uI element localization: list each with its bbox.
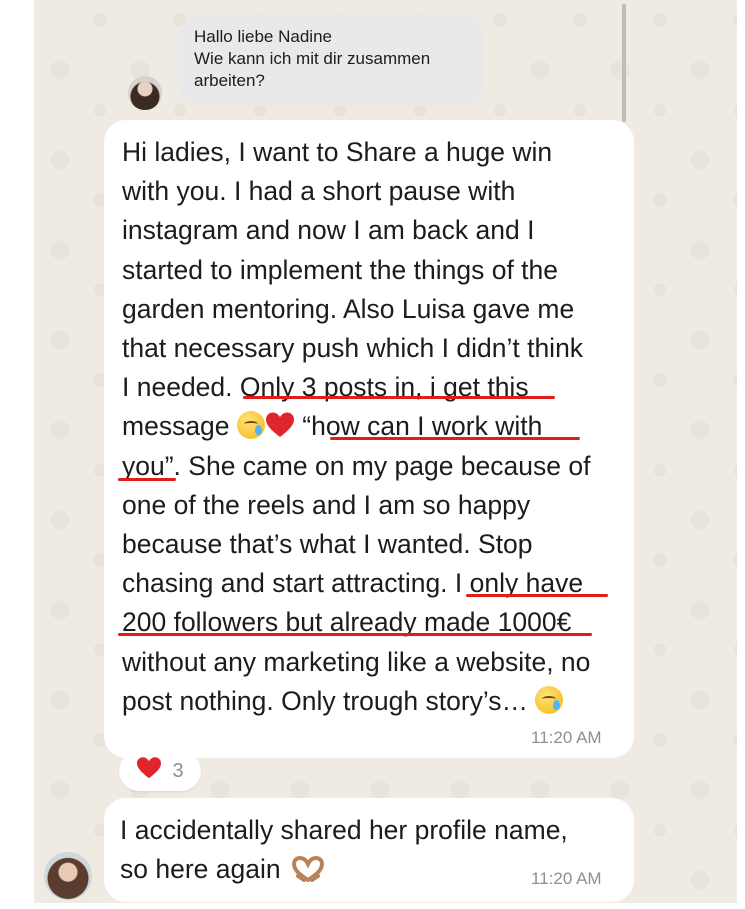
- red-heart-icon: [265, 411, 295, 439]
- message-line: instagram and now I am back and I: [122, 215, 535, 246]
- message-line: that necessary push which I didn’t think: [122, 333, 584, 364]
- message-line: message: [122, 411, 230, 442]
- highlight-underline: [118, 633, 592, 636]
- sender-avatar[interactable]: [44, 852, 92, 900]
- message-line: I accidentally shared her profile name,: [120, 815, 568, 845]
- message-timestamp: 11:20 AM: [531, 728, 602, 747]
- message-line: 200 followers but already made 1000€: [122, 607, 572, 638]
- quoted-message-line: Wie kann ich mit dir zusammen: [194, 49, 431, 68]
- message-line: I needed. Only 3 posts in, i get this: [122, 372, 529, 403]
- message-line: started to implement the things of the: [122, 254, 559, 285]
- scrollbar[interactable]: [622, 4, 626, 122]
- quoted-message-line: Hallo liebe Nadine: [194, 27, 332, 46]
- message-line: one of the reels and I am so happy: [122, 489, 531, 520]
- quoted-message-line: arbeiten?: [194, 71, 265, 90]
- highlight-underline: [466, 594, 608, 597]
- highlight-underline: [243, 396, 555, 399]
- sender-avatar[interactable]: [128, 76, 162, 110]
- quoted-message-bubble[interactable]: Hallo liebe Nadine Wie kann ich mit dir …: [178, 14, 484, 106]
- message-line-with-emoji: post nothing. Only trough story’s…: [122, 682, 627, 721]
- message-line: garden mentoring. Also Luisa gave me: [122, 293, 575, 324]
- message-line: chasing and start attracting. I only hav…: [122, 568, 584, 599]
- reaction-count: 3: [172, 759, 184, 782]
- heart-hands-icon: [291, 854, 324, 883]
- message-line: post nothing. Only trough story’s…: [122, 685, 529, 716]
- frame-left: [0, 0, 34, 909]
- message-line: you”. She came on my page because of: [122, 450, 591, 481]
- message-line: because that’s what I wanted. Stop: [122, 529, 533, 560]
- reaction-pill[interactable]: 3: [119, 751, 201, 791]
- highlight-underline: [118, 478, 176, 481]
- message-line: with you. I had a short pause with: [122, 176, 516, 207]
- message-timestamp: 11:20 AM: [531, 869, 602, 888]
- highlight-underline: [330, 437, 580, 440]
- heart-icon: [136, 756, 162, 786]
- crying-face-icon: [236, 411, 265, 440]
- message-line: so here again: [120, 854, 281, 884]
- frame-bottom: [0, 903, 745, 909]
- message-line: Hi ladies, I want to Share a huge win: [122, 137, 553, 167]
- frame-right: [737, 0, 745, 909]
- message-line: without any marketing like a website, no: [122, 646, 591, 677]
- crying-face-icon: [535, 685, 564, 714]
- message-line-with-emoji: message “how can I work with: [122, 407, 627, 446]
